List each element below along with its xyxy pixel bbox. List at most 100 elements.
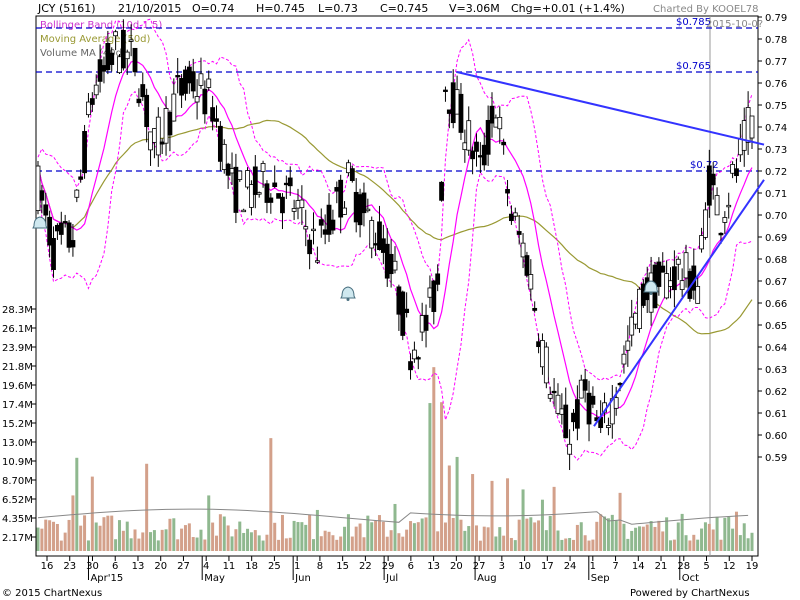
candle-body [501, 141, 507, 146]
candle-body [470, 150, 476, 160]
volume-bar [428, 403, 432, 551]
candle-body [590, 395, 596, 405]
candle-body [578, 379, 584, 399]
volume-bar [521, 489, 525, 551]
volume-bar [269, 438, 273, 551]
candle-body [186, 66, 192, 84]
candle-body [493, 117, 499, 128]
candle-body [113, 31, 119, 37]
candle-body [679, 280, 685, 290]
volume-bar [327, 531, 331, 551]
volume-bar [203, 539, 207, 551]
volume-bar [211, 522, 215, 551]
candle-body [167, 112, 173, 136]
candle-body [606, 425, 611, 429]
candle-body [62, 221, 68, 224]
volume-bar [172, 518, 176, 551]
date-tick-label: 12 [723, 561, 736, 572]
candle-body [637, 288, 642, 329]
volume-bar [370, 522, 374, 551]
volume-bar [350, 536, 354, 551]
date-tick-label: 25 [268, 561, 281, 572]
volume-tick-label: 8.70M [2, 476, 33, 487]
volume-bar [482, 526, 486, 551]
volume-tick-label: 4.35M [2, 514, 33, 525]
volume-bar [529, 517, 533, 551]
volume-bar [44, 519, 48, 551]
candle-body [330, 219, 336, 231]
candle-body [466, 120, 472, 151]
candle-body [175, 75, 181, 78]
candle-body [730, 164, 735, 174]
volume-bar [230, 536, 234, 551]
candle-body [349, 168, 355, 181]
volume-bar [552, 486, 556, 551]
candle-body [299, 199, 305, 208]
candle-body [144, 94, 150, 128]
candle-body [524, 255, 530, 276]
candle-body [361, 192, 367, 214]
candle-body [571, 412, 576, 423]
volume-bar [346, 514, 350, 551]
volume-bar [734, 511, 738, 551]
volume-bar [432, 367, 436, 551]
volume-bar [409, 521, 413, 551]
volume-bar [672, 539, 676, 551]
resistance-label: $0.765 [676, 61, 711, 72]
candle-body [194, 96, 200, 103]
date-tick-label: 5 [703, 561, 709, 572]
volume-bar [292, 520, 296, 551]
chart-date-label: 2015-10-0? [706, 19, 763, 30]
volume-bar [323, 530, 327, 551]
date-tick-label: 6 [112, 561, 118, 572]
candle-body [109, 52, 115, 65]
volume-bar [738, 535, 742, 551]
volume-bar [312, 539, 316, 551]
candle-body [404, 308, 410, 314]
volume-bar [401, 536, 405, 551]
candle-body [43, 204, 49, 216]
volume-bar [354, 526, 358, 551]
candle-body [280, 196, 285, 214]
candle-body [190, 71, 196, 92]
volume-bar [397, 533, 401, 551]
volume-bar [52, 521, 56, 551]
candle-body [74, 189, 80, 198]
volume-bar [676, 522, 680, 551]
volume-bar [83, 515, 87, 551]
candle-body [749, 115, 755, 139]
volume-bar [509, 537, 513, 551]
candle-body [384, 243, 390, 279]
candle-body [338, 179, 344, 218]
volume-bar [381, 521, 385, 551]
volume-bar [156, 540, 160, 551]
stock-chart: JCY (5161) 21/10/2015 O=0.74 H=0.745 L=0… [2, 2, 787, 599]
volume-bar [517, 519, 521, 551]
volume-bar [249, 532, 253, 551]
candle-body [97, 59, 103, 82]
candle-body [481, 144, 487, 166]
date-tick-label: 14 [632, 561, 645, 572]
volume-bar [606, 518, 610, 551]
volume-bar [634, 527, 638, 551]
date-tick-label: 19 [746, 561, 759, 572]
candle-body [307, 239, 313, 255]
volume-bar [649, 521, 653, 551]
volume-bar [215, 535, 218, 551]
candle-body [206, 78, 212, 88]
volume-bar [238, 521, 242, 551]
volume-bar [455, 456, 459, 551]
candle-body [152, 128, 157, 143]
candle-body [365, 208, 371, 212]
candle-body [179, 78, 184, 96]
candle-body [155, 116, 161, 156]
volume-bar [412, 523, 416, 551]
candle-body [528, 274, 534, 290]
volume-bar [385, 536, 389, 551]
volume-bar [746, 538, 750, 551]
candle-body [656, 261, 662, 287]
volume-bar [257, 535, 261, 551]
resistance-label: $0.72 [690, 160, 719, 171]
powered-by-label: Powered by ChartNexus [630, 588, 750, 599]
volume-bar [703, 522, 707, 551]
